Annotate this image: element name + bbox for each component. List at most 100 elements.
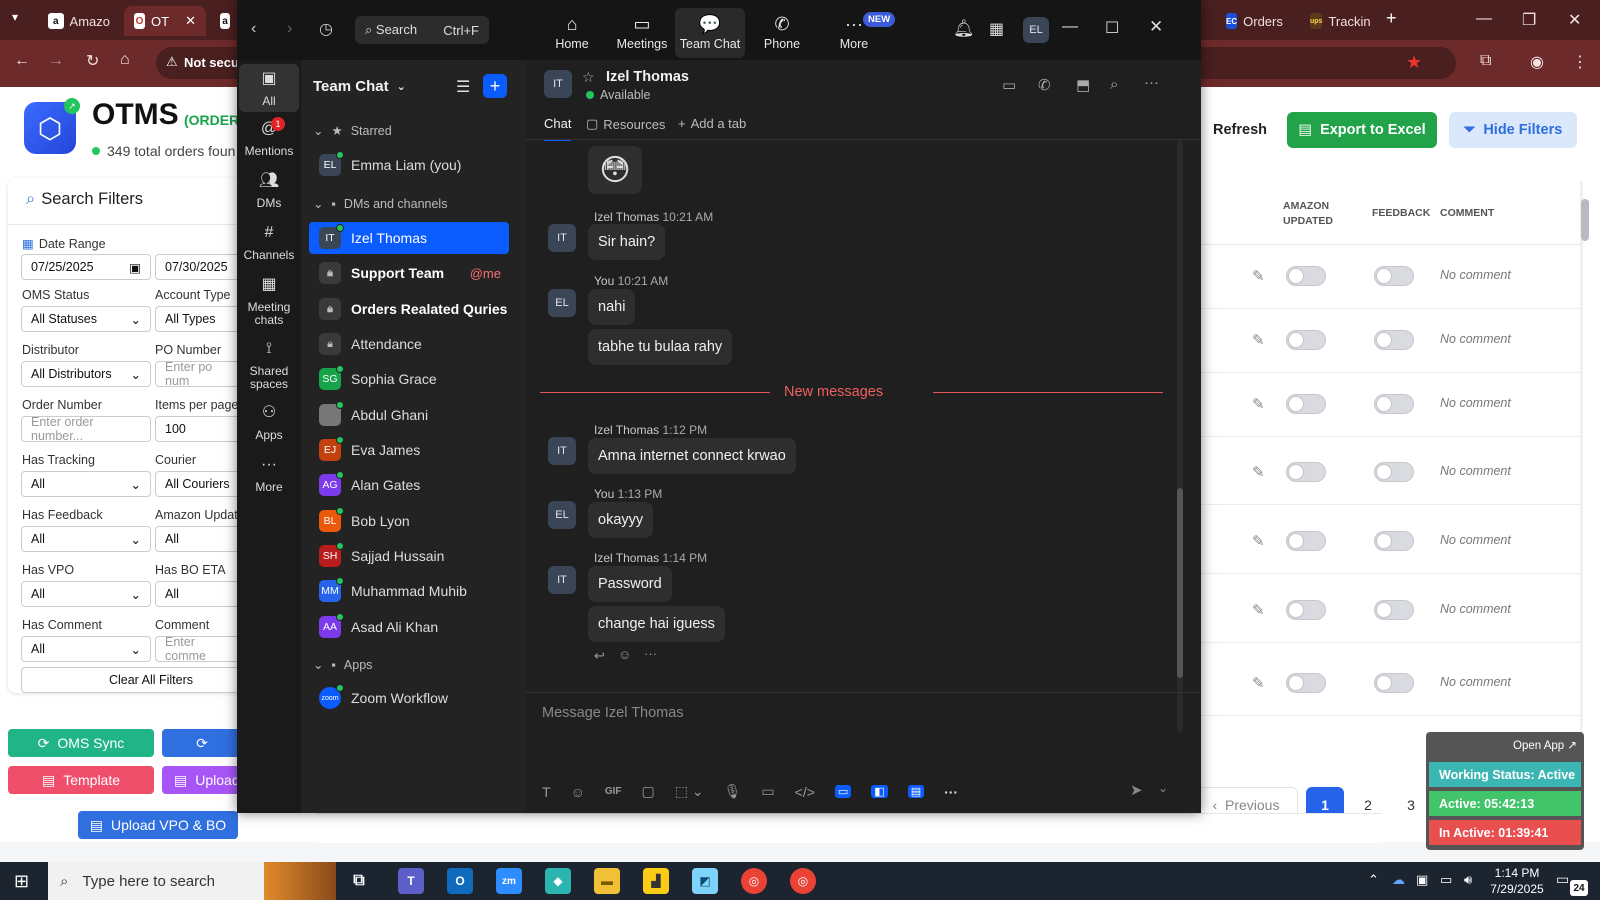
has-comment-select[interactable]: All ⌄: [21, 636, 151, 662]
feedback-toggle[interactable]: [1374, 462, 1414, 482]
notifications-icon[interactable]: ▭: [1556, 871, 1569, 888]
dm-item[interactable]: EJ Eva James: [309, 434, 509, 466]
new-chat-button[interactable]: +: [483, 74, 507, 98]
taskbar-clock[interactable]: 1:14 PM 7/29/2025: [1488, 865, 1546, 897]
feedback-toggle[interactable]: [1374, 266, 1414, 286]
items-per-page-input[interactable]: 100: [155, 416, 245, 442]
onedrive-icon[interactable]: ☁: [1392, 872, 1405, 888]
tab-resources[interactable]: ▢ Resources: [586, 116, 665, 132]
dm-item[interactable]: 🔒︎ Support Team @me: [309, 257, 509, 289]
refresh-button[interactable]: Refresh: [1196, 112, 1284, 148]
distributor-select[interactable]: All Distributors ⌄: [21, 361, 151, 387]
browser-tab-amazon[interactable]: a Amazo: [38, 6, 120, 36]
dm-item[interactable]: Abdul Ghani: [309, 399, 509, 431]
new-tab-icon[interactable]: +: [1386, 8, 1397, 29]
microphone-icon[interactable]: 🎙︎: [724, 783, 742, 800]
code-icon[interactable]: </>: [795, 784, 815, 800]
upload-button[interactable]: ▤ Upload: [162, 766, 242, 794]
share-screen-icon[interactable]: ⬒: [1076, 76, 1090, 94]
more-options-icon[interactable]: ···: [1144, 74, 1159, 91]
dm-item[interactable]: AG Alan Gates: [309, 469, 509, 501]
message-bubble[interactable]: change hai iguess: [588, 606, 725, 642]
amazon-updated-toggle[interactable]: [1286, 394, 1326, 414]
chrome-icon-2[interactable]: ◎: [790, 868, 816, 894]
rail-more[interactable]: ··· More: [239, 457, 299, 494]
amazon-updated-toggle[interactable]: [1286, 462, 1326, 482]
has-tracking-select[interactable]: All ⌄: [21, 471, 151, 497]
dm-item[interactable]: IT Izel Thomas: [309, 222, 509, 254]
volume-icon[interactable]: 🔊︎: [1464, 872, 1472, 888]
network-icon[interactable]: ▣: [1416, 872, 1428, 888]
po-number-input[interactable]: Enter po num: [155, 360, 245, 388]
feedback-toggle[interactable]: [1374, 330, 1414, 350]
app-zoom-workflow[interactable]: zoom Zoom Workflow: [309, 682, 509, 714]
has-bo-eta-select[interactable]: All: [155, 581, 245, 607]
app-icon[interactable]: ◆: [545, 868, 571, 894]
browser-menu-icon[interactable]: ⋮: [1572, 52, 1588, 72]
browser-tab-otms[interactable]: O OT ✕: [124, 6, 206, 36]
hide-filters-button[interactable]: ⏷ Hide Filters: [1449, 112, 1577, 148]
file-explorer-icon[interactable]: ▬: [594, 868, 620, 894]
browser-tab-amazon-2[interactable]: a: [210, 6, 240, 36]
more-actions-icon[interactable]: ···: [644, 646, 657, 661]
edit-pencil-icon[interactable]: ✎: [1252, 674, 1265, 692]
comment-input[interactable]: Enter comme: [155, 635, 245, 663]
zoom-taskbar-icon[interactable]: zm: [496, 868, 522, 894]
tray-chevron-icon[interactable]: ⌃: [1368, 872, 1379, 888]
export-excel-button[interactable]: ▤ Export to Excel: [1287, 112, 1437, 148]
bell-icon[interactable]: 🔔︎: [953, 19, 975, 39]
dm-item[interactable]: BL Bob Lyon: [309, 505, 509, 537]
video-call-icon[interactable]: ▭: [1002, 76, 1016, 94]
app-icon-3[interactable]: ▤: [907, 785, 925, 798]
calendar-icon[interactable]: ▦: [989, 19, 1004, 39]
rail-dms[interactable]: 👥︎ DMs: [239, 173, 299, 210]
edit-pencil-icon[interactable]: ✎: [1252, 601, 1265, 619]
emoji-icon[interactable]: ☺: [571, 784, 585, 800]
back-icon[interactable]: ←: [14, 52, 30, 70]
app-icon-2[interactable]: ◧: [871, 785, 888, 798]
minimize-icon[interactable]: —: [1062, 18, 1078, 36]
has-feedback-select[interactable]: All ⌄: [21, 526, 151, 552]
feedback-toggle[interactable]: [1374, 673, 1414, 693]
message-bubble[interactable]: okayyy: [588, 502, 654, 538]
contact-avatar[interactable]: IT: [544, 70, 572, 98]
rail-mentions[interactable]: @ Mentions: [239, 121, 299, 158]
starred-header[interactable]: ⌄ ★ Starred: [313, 123, 392, 139]
edit-pencil-icon[interactable]: ✎: [1252, 395, 1265, 413]
amazon-updated-toggle[interactable]: [1286, 600, 1326, 620]
text-format-icon[interactable]: T: [542, 784, 551, 800]
edit-pencil-icon[interactable]: ✎: [1252, 331, 1265, 349]
upload-vpo-button[interactable]: ▤ Upload VPO & BO: [78, 811, 238, 839]
chat-scrollbar-thumb[interactable]: [1177, 488, 1183, 678]
message-bubble[interactable]: tabhe tu bulaa rahy: [588, 329, 733, 365]
maximize-icon[interactable]: ☐: [1105, 18, 1119, 38]
message-bubble[interactable]: Password: [588, 566, 672, 602]
tab-chat[interactable]: Chat: [544, 116, 572, 141]
scrollbar-track[interactable]: [1580, 181, 1583, 766]
minimize-icon[interactable]: —: [1476, 10, 1492, 28]
filter-icon[interactable]: ☰: [456, 77, 470, 97]
nav-home[interactable]: ⌂ Home: [537, 8, 607, 58]
rail-apps[interactable]: ⚇ Apps: [239, 405, 299, 442]
more-composer-icon[interactable]: ···: [944, 784, 958, 800]
message-bubble[interactable]: nahi: [588, 289, 636, 325]
open-app-link[interactable]: Open App ↗: [1513, 738, 1577, 752]
bookmark-star-icon[interactable]: ★: [1406, 52, 1422, 73]
forward-arrow-icon[interactable]: ›: [287, 20, 292, 38]
extensions-icon[interactable]: ⧉: [1480, 52, 1491, 70]
taskbar-search-box[interactable]: ⌕ Type here to search: [48, 862, 336, 900]
dm-item[interactable]: SH Sajjad Hussain: [309, 540, 509, 572]
message-bubble[interactable]: Sir hain?: [588, 224, 666, 260]
app-icon-1[interactable]: ▭: [834, 785, 852, 798]
file-icon[interactable]: ▢: [642, 783, 655, 800]
phone-icon[interactable]: ✆: [1038, 76, 1051, 94]
tab-add[interactable]: + Add a tab: [678, 116, 746, 131]
dms-header[interactable]: ⌄ ▪ DMs and channels: [313, 196, 447, 212]
rail-channels[interactable]: # Channels: [239, 225, 299, 262]
dm-item[interactable]: AA Asad Ali Khan: [309, 611, 509, 643]
feedback-toggle[interactable]: [1374, 394, 1414, 414]
nav-team-chat[interactable]: 💬 Team Chat: [675, 8, 745, 58]
my-avatar[interactable]: EL: [1023, 17, 1049, 43]
close-icon[interactable]: ✕: [1149, 17, 1163, 37]
reload-icon[interactable]: ↻: [86, 51, 99, 71]
